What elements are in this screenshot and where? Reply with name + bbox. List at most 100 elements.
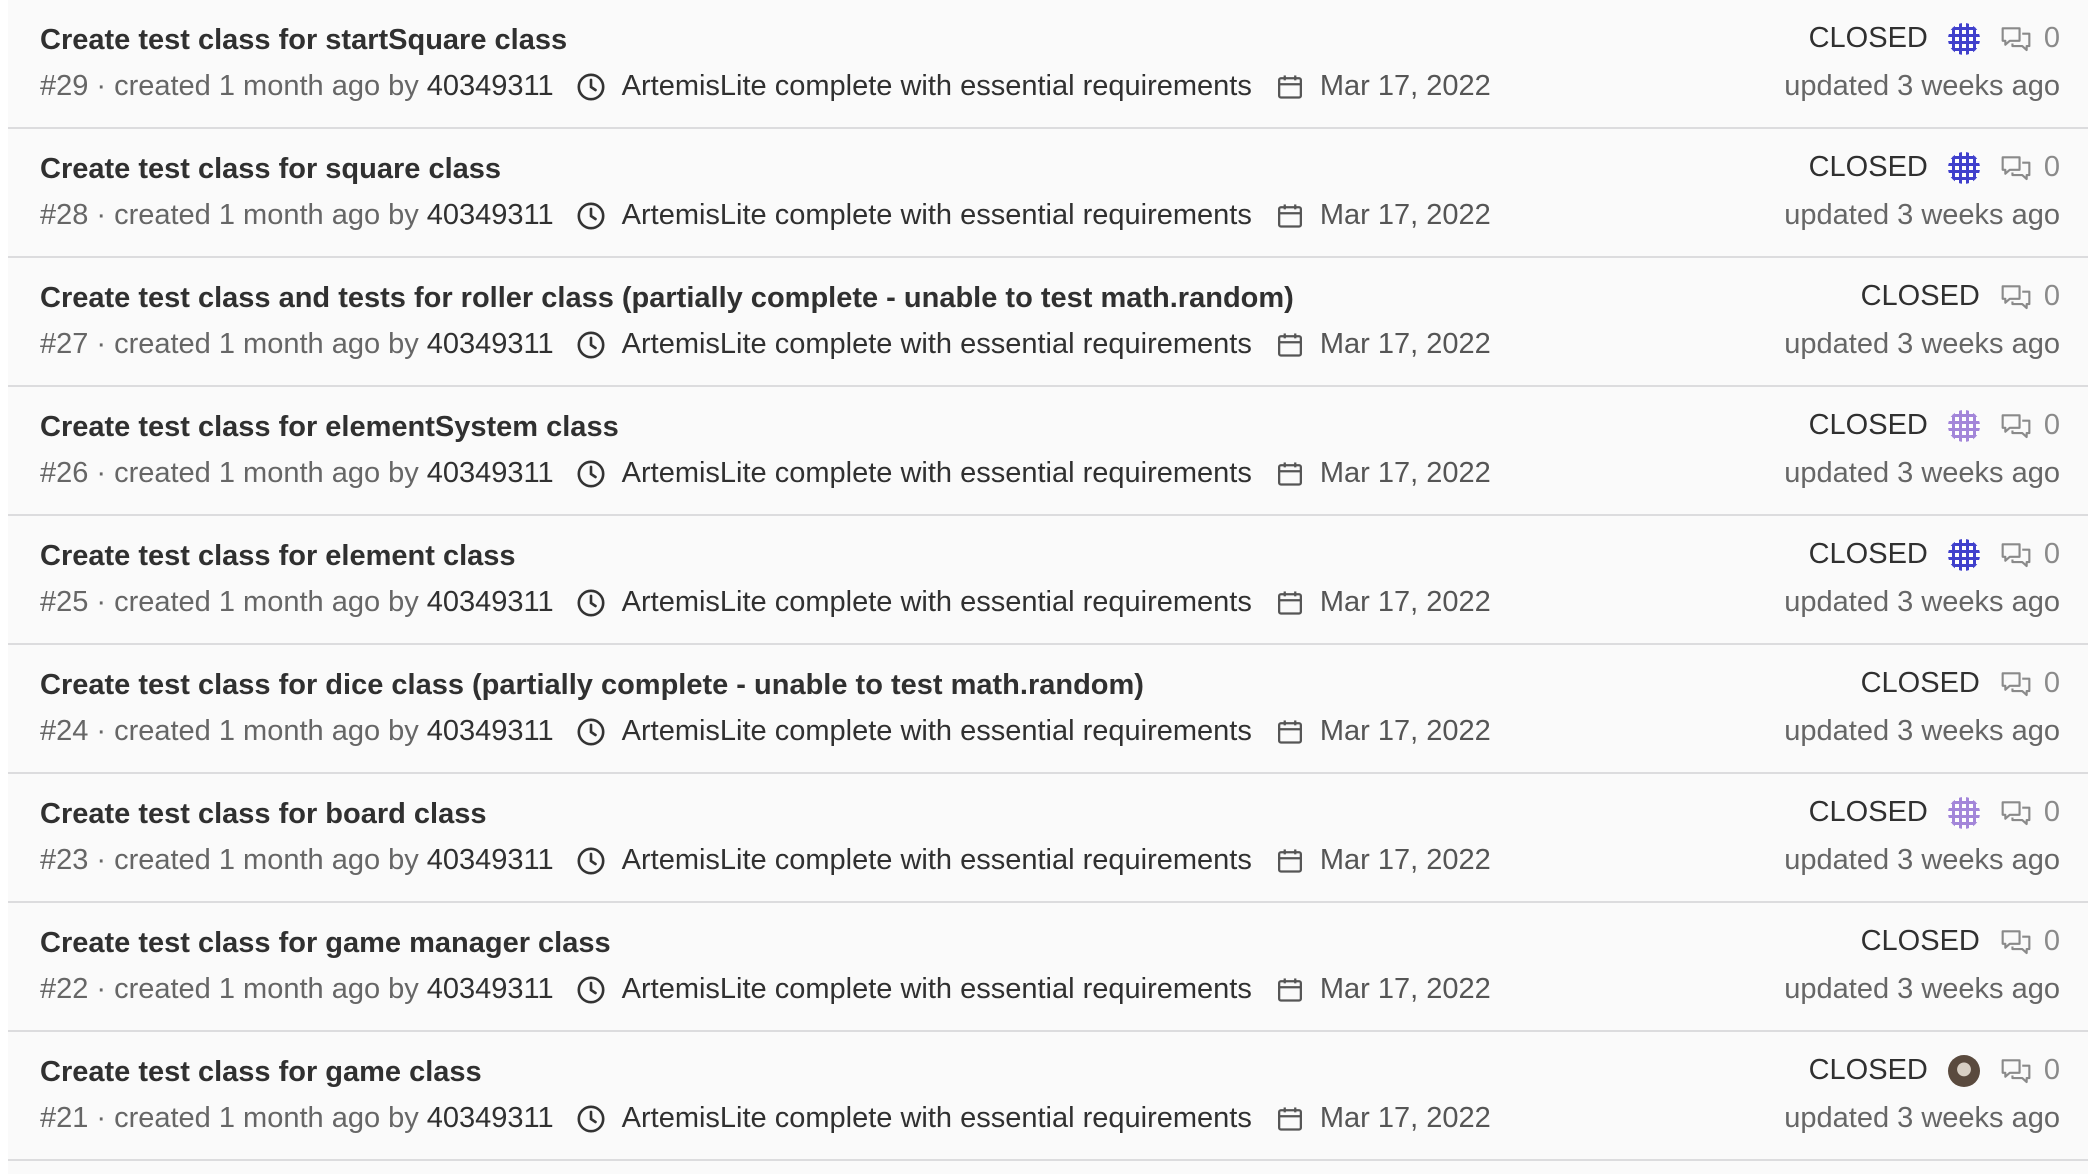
author-link[interactable]: 40349311: [427, 1102, 554, 1135]
calendar-icon: [1276, 976, 1312, 1004]
issue-row[interactable]: Create test class for element class #25 · c…: [8, 516, 2088, 645]
created-text: created 1 month ago by: [114, 844, 419, 876]
issue-title-link[interactable]: Create test class for dice class (partia…: [40, 669, 1144, 702]
comment-icon: [2000, 153, 2038, 183]
milestone-link[interactable]: ArtemisLite complete with essential requ…: [576, 1102, 1252, 1135]
issue-row[interactable]: Create test class for board class #23 · cre…: [8, 774, 2088, 903]
milestone-label: ArtemisLite complete with essential requ…: [621, 586, 1252, 618]
calendar-icon: [1276, 718, 1312, 746]
milestone-label: ArtemisLite complete with essential requ…: [621, 715, 1252, 747]
comment-count: 0: [2043, 22, 2060, 54]
milestone-link[interactable]: ArtemisLite complete with essential requ…: [576, 457, 1252, 490]
issue-list: Create test class for startSquare class #…: [8, 0, 2088, 1174]
assignee-avatar[interactable]: [1947, 22, 1980, 55]
updated-time: updated 3 weeks ago: [1784, 844, 2060, 876]
comments-link[interactable]: 0: [2000, 280, 2060, 313]
issue-title-link[interactable]: Create test class and tests for roller c…: [40, 282, 1294, 315]
milestone-label: ArtemisLite complete with essential requ…: [621, 457, 1252, 489]
due-date-label: Mar 17, 2022: [1319, 844, 1491, 876]
updated-time: updated 3 weeks ago: [1784, 70, 2060, 102]
issue-title-link[interactable]: Create test class for startSquare class: [40, 24, 567, 57]
issue-title-link[interactable]: Create test class for element class: [40, 540, 516, 573]
assignee-avatar[interactable]: [1947, 409, 1980, 442]
milestone-link[interactable]: ArtemisLite complete with essential requ…: [576, 586, 1252, 619]
calendar-icon: [1276, 847, 1312, 875]
due-date: Mar 17, 2022: [1276, 1102, 1491, 1135]
author-link[interactable]: 40349311: [427, 586, 554, 619]
separator-dot: ·: [96, 715, 107, 747]
comment-icon: [2000, 24, 2038, 54]
milestone-label: ArtemisLite complete with essential requ…: [621, 199, 1252, 231]
issue-row[interactable]: Create test class for elementSystem clas…: [8, 387, 2088, 516]
state-badge: CLOSED: [1860, 280, 1980, 312]
issue-title-link[interactable]: Create test class for game manager class: [40, 927, 611, 960]
comments-link[interactable]: 0: [2000, 1054, 2060, 1087]
created-text: created 1 month ago by: [114, 586, 419, 618]
issue-title-link[interactable]: Create test class for elementSystem clas…: [40, 411, 619, 444]
due-date: Mar 17, 2022: [1276, 70, 1491, 103]
issue-status-area: CLOSED 0: [1861, 280, 2060, 313]
issue-title-link[interactable]: Create test class for game class: [40, 1056, 482, 1089]
issue-title-link[interactable]: Create test class for square class: [40, 153, 501, 186]
comments-link[interactable]: 0: [2000, 22, 2060, 55]
author-link[interactable]: 40349311: [427, 844, 554, 877]
due-date-label: Mar 17, 2022: [1319, 586, 1491, 618]
milestone-link[interactable]: ArtemisLite complete with essential requ…: [576, 844, 1252, 877]
issue-meta: #26 · created 1 month ago by 40349311 Artemi…: [40, 457, 1491, 490]
issue-status-area: CLOSED 0: [1809, 22, 2060, 55]
comments-link[interactable]: 0: [2000, 151, 2060, 184]
author-link[interactable]: 40349311: [427, 973, 554, 1006]
issue-status-area: CLOSED 0: [1809, 151, 2060, 184]
assignee-avatar[interactable]: [1947, 1054, 1980, 1087]
author-link[interactable]: 40349311: [427, 328, 554, 361]
updated-time: updated 3 weeks ago: [1784, 328, 2060, 360]
due-date: Mar 17, 2022: [1276, 973, 1491, 1006]
separator-dot: ·: [96, 457, 107, 489]
comments-link[interactable]: 0: [2000, 796, 2060, 829]
comments-link[interactable]: 0: [2000, 538, 2060, 571]
issue-row[interactable]: Create test class for dice class (partia…: [8, 645, 2088, 774]
created-text: created 1 month ago by: [114, 715, 419, 747]
state-badge: CLOSED: [1860, 667, 1980, 699]
issue-row[interactable]: Create test class for startSquare class #…: [8, 0, 2088, 129]
milestone-link[interactable]: ArtemisLite complete with essential requ…: [576, 973, 1252, 1006]
milestone-link[interactable]: ArtemisLite complete with essential requ…: [576, 199, 1252, 232]
issue-number: #23: [40, 844, 89, 876]
comments-link[interactable]: 0: [2000, 925, 2060, 958]
assignee-avatar[interactable]: [1947, 538, 1980, 571]
milestone-link[interactable]: ArtemisLite complete with essential requ…: [576, 715, 1252, 748]
author-link[interactable]: 40349311: [427, 457, 554, 490]
updated-time: updated 3 weeks ago: [1784, 973, 2060, 1005]
author-link[interactable]: 40349311: [427, 199, 554, 232]
issue-row[interactable]: Create test class for game class #21 · crea…: [8, 1032, 2088, 1161]
updated-time: updated 3 weeks ago: [1784, 457, 2060, 489]
due-date-label: Mar 17, 2022: [1319, 973, 1491, 1005]
issue-row[interactable]: Create test class for square class #28 · cr…: [8, 129, 2088, 258]
comments-link[interactable]: 0: [2000, 409, 2060, 442]
issue-row[interactable]: Create test class for game manager class…: [8, 903, 2088, 1032]
milestone-link[interactable]: ArtemisLite complete with essential requ…: [576, 328, 1252, 361]
state-badge: CLOSED: [1808, 409, 1928, 441]
due-date-label: Mar 17, 2022: [1319, 1102, 1491, 1134]
comment-count: 0: [2043, 796, 2060, 828]
issue-number: #27: [40, 328, 89, 360]
issue-title-link[interactable]: Create test class for board class: [40, 798, 486, 831]
author-link[interactable]: 40349311: [427, 715, 554, 748]
issue-row[interactable]: Create test class and tests for roller c…: [8, 258, 2088, 387]
milestone-link[interactable]: ArtemisLite complete with essential requ…: [576, 70, 1252, 103]
issue-meta: #24 · created 1 month ago by 40349311 Artemi…: [40, 715, 1491, 748]
separator-dot: ·: [96, 199, 107, 231]
state-badge: CLOSED: [1808, 22, 1928, 54]
comments-link[interactable]: 0: [2000, 667, 2060, 700]
issue-number: #25: [40, 586, 89, 618]
issue-number: #21: [40, 1102, 89, 1134]
separator-dot: ·: [96, 844, 107, 876]
author-link[interactable]: 40349311: [427, 70, 554, 103]
due-date: Mar 17, 2022: [1276, 715, 1491, 748]
clock-icon: [576, 846, 614, 876]
issue-number: #29: [40, 70, 89, 102]
assignee-avatar[interactable]: [1947, 796, 1980, 829]
assignee-avatar[interactable]: [1947, 151, 1980, 184]
separator-dot: ·: [96, 973, 107, 1005]
created-text: created 1 month ago by: [114, 973, 419, 1005]
